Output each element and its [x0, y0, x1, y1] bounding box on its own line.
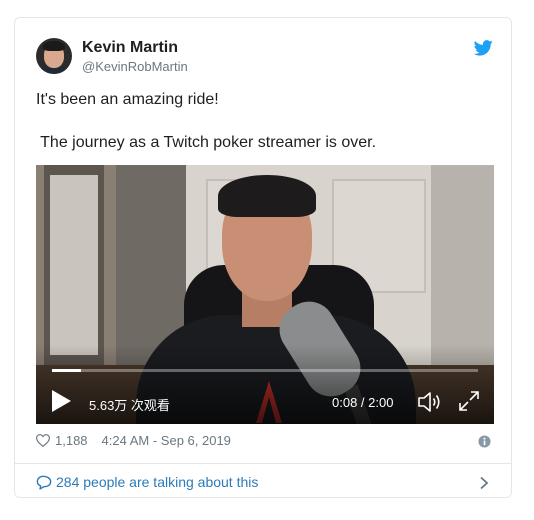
info-icon[interactable] [478, 435, 491, 448]
talking-text: 284 people are talking about this [56, 474, 259, 490]
author-handle[interactable]: @KevinRobMartin [82, 59, 188, 74]
tweet-text-line-2: The journey as a Twitch poker streamer i… [36, 134, 377, 151]
heart-icon[interactable] [36, 434, 50, 447]
divider [15, 463, 511, 464]
author-name[interactable]: Kevin Martin [82, 39, 178, 57]
play-icon[interactable] [50, 389, 72, 413]
fullscreen-icon[interactable] [458, 390, 480, 412]
tweet-timestamp[interactable]: 4:24 AM - Sep 6, 2019 [102, 433, 231, 448]
video-progress-bar[interactable] [52, 369, 478, 372]
twitter-bird-icon[interactable] [474, 40, 493, 56]
tweet-text-line-1: It's been an amazing ride! [36, 91, 219, 108]
chevron-right-icon[interactable] [479, 476, 489, 490]
avatar[interactable] [36, 38, 72, 74]
view-count: 5.63万 次观看 [89, 398, 170, 413]
speech-bubble-icon [36, 475, 52, 490]
like-count[interactable]: 1,188 [55, 433, 88, 448]
talking-link[interactable]: 284 people are talking about this [36, 474, 258, 490]
tweet-card: Kevin Martin @KevinRobMartin It's been a… [14, 17, 512, 498]
tweet-meta: 1,188 4:24 AM - Sep 6, 2019 [36, 433, 231, 448]
volume-icon[interactable] [417, 390, 443, 414]
video-time: 0:08 / 2:00 [332, 395, 394, 410]
video-progress-fill [52, 369, 81, 372]
video-player[interactable]: 5.63万 次观看 0:08 / 2:00 [36, 165, 494, 424]
